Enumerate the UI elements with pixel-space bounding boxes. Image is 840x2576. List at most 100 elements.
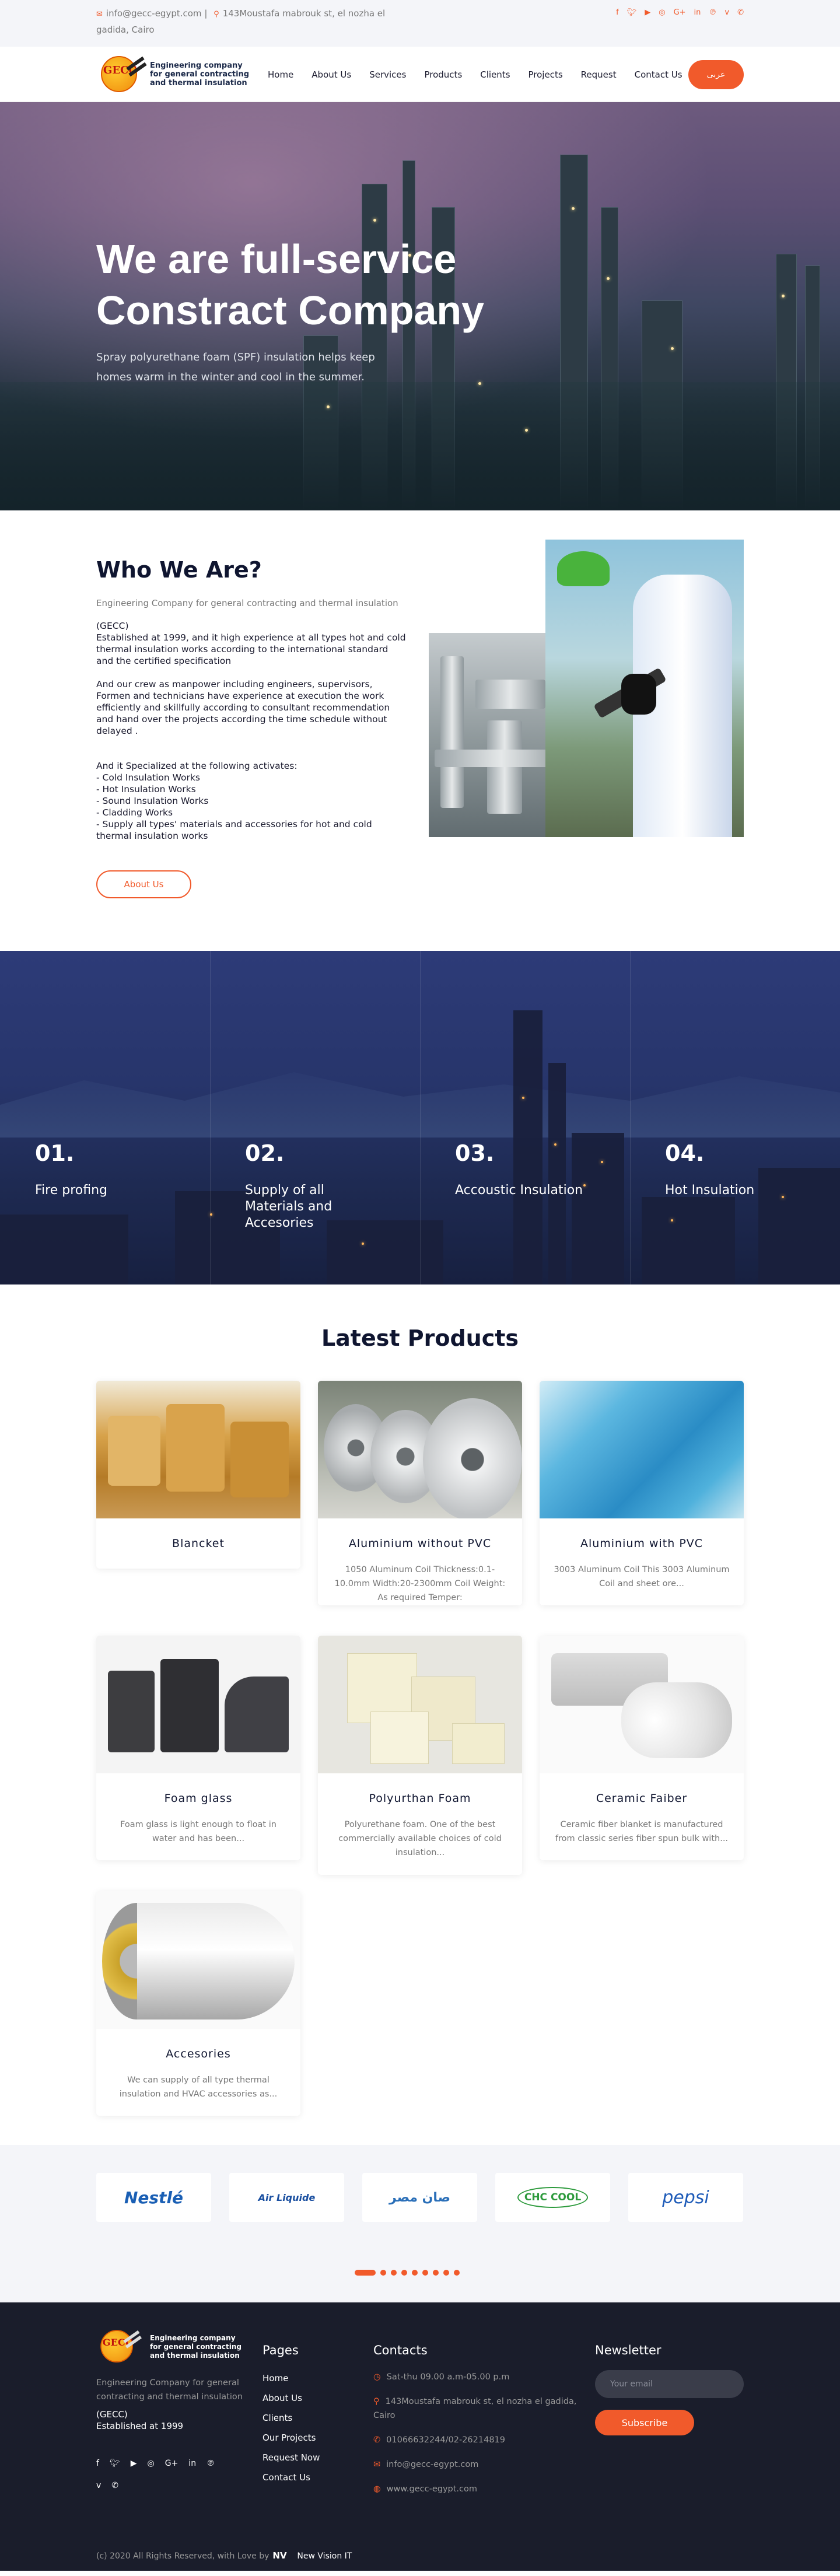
subscribe-button[interactable]: Subscribe	[595, 2410, 694, 2435]
partner-logo[interactable]: Air Liquide	[229, 2173, 344, 2222]
product-description: Foam glass is light enough to float in w…	[120, 1820, 276, 1843]
envelope-icon: ✉	[373, 2460, 381, 2469]
whatsapp-icon[interactable]: ✆	[111, 2481, 118, 2490]
location-icon: ⚲	[373, 2397, 380, 2406]
footer-link-about[interactable]: About Us	[262, 2392, 320, 2404]
product-description: 1050 Aluminum Coil Thickness:0.1-10.0mm …	[334, 1565, 506, 1602]
footer-pages-title: Pages	[262, 2343, 299, 2357]
pinterest-icon[interactable]: ℗	[709, 8, 716, 37]
linkedin-icon[interactable]: in	[188, 2459, 196, 2468]
hero-title: We are full-service Constract Company	[96, 236, 485, 333]
product-card[interactable]: Blancket	[96, 1381, 300, 1569]
nav-contact-us[interactable]: Contact Us	[635, 69, 682, 80]
instagram-icon[interactable]: ◎	[659, 8, 665, 37]
carousel-dot[interactable]	[401, 2270, 407, 2276]
nav-clients[interactable]: Clients	[480, 69, 510, 80]
footer-socials-row2: v ✆	[96, 2481, 251, 2490]
youtube-icon[interactable]: ▶	[645, 8, 650, 37]
footer-pages: Pages Home About Us Clients Our Projects…	[262, 2343, 320, 2483]
twitter-icon[interactable]: 🐦︎	[110, 2459, 120, 2468]
footer-link-projects[interactable]: Our Projects	[262, 2432, 320, 2444]
service-item[interactable]: 02. Supply of all Materials and Accesori…	[245, 1140, 379, 1231]
footer-link-contact[interactable]: Contact Us	[262, 2472, 320, 2483]
product-card[interactable]: Polyurthan Foam Polyurethane foam. One o…	[318, 1636, 522, 1875]
about-us-button[interactable]: About Us	[96, 870, 191, 898]
product-card[interactable]: Accesories We can supply of all type the…	[96, 1891, 300, 2116]
site-logo[interactable]: GECC Engineering company for general con…	[96, 54, 265, 96]
product-card[interactable]: Aluminium with PVC 3003 Aluminum Coil Th…	[540, 1381, 744, 1605]
top-separator: |	[204, 8, 208, 19]
product-image	[96, 1381, 300, 1518]
vimeo-icon[interactable]: v	[96, 2481, 101, 2490]
facebook-icon[interactable]: f	[96, 2459, 99, 2468]
footer-phone[interactable]: ✆ 01066632244/02-26214819	[373, 2433, 589, 2447]
google-plus-icon[interactable]: G+	[165, 2459, 178, 2468]
footer-link-request[interactable]: Request Now	[262, 2452, 320, 2463]
instagram-icon[interactable]: ◎	[148, 2459, 155, 2468]
nav-products[interactable]: Products	[424, 69, 462, 80]
product-card[interactable]: Foam glass Foam glass is light enough to…	[96, 1636, 300, 1860]
footer-hours: ◷ Sat-thu 09.00 a.m-05.00 p.m	[373, 2372, 510, 2382]
facebook-icon[interactable]: f	[616, 8, 619, 37]
whatsapp-icon[interactable]: ✆	[737, 8, 744, 37]
twitter-icon[interactable]: 🐦︎	[627, 8, 637, 37]
nav-projects[interactable]: Projects	[528, 69, 563, 80]
carousel-dot[interactable]	[433, 2270, 439, 2276]
carousel-dot[interactable]	[443, 2270, 449, 2276]
product-card[interactable]: Aluminium without PVC 1050 Aluminum Coil…	[318, 1381, 522, 1605]
top-email[interactable]: info@gecc-egypt.com	[106, 8, 202, 19]
new-vision-logo[interactable]: NV	[272, 2550, 293, 2562]
language-button[interactable]: عربى	[688, 60, 744, 89]
who-subtitle: Engineering Company for general contract…	[96, 598, 398, 608]
phone-icon: ✆	[373, 2435, 381, 2445]
product-title: Aluminium without PVC	[348, 1537, 492, 1550]
footer-about: GECC Engineering company for general con…	[96, 2326, 251, 2490]
who-we-are-section: Who We Are? Engineering Company for gene…	[0, 510, 840, 951]
partner-logo[interactable]: Nestlé	[96, 2173, 211, 2222]
youtube-icon[interactable]: ▶	[131, 2459, 137, 2468]
footer-website[interactable]: ◍ www.gecc-egypt.com	[373, 2482, 589, 2496]
product-card[interactable]: Ceramic Faiber Ceramic fiber blanket is …	[540, 1636, 744, 1860]
partner-logo[interactable]: pepsi	[628, 2173, 743, 2222]
google-plus-icon[interactable]: G+	[674, 8, 686, 37]
footer-logo[interactable]: GECC Engineering company for general con…	[96, 2326, 248, 2368]
service-item[interactable]: 03. Accoustic Insulation	[455, 1140, 589, 1199]
carousel-dot[interactable]	[422, 2270, 428, 2276]
newsletter-title: Newsletter	[595, 2343, 662, 2357]
carousel-dot[interactable]	[391, 2270, 397, 2276]
carousel-dot[interactable]	[380, 2270, 386, 2276]
service-item[interactable]: 04. Hot Insulation	[665, 1140, 799, 1199]
site-footer: GECC Engineering company for general con…	[0, 2302, 840, 2571]
carousel-dot[interactable]	[355, 2270, 376, 2276]
footer-email[interactable]: ✉ info@gecc-egypt.com	[373, 2458, 589, 2472]
logo-mark: GECC	[96, 54, 149, 96]
carousel-dots	[355, 2270, 460, 2276]
nav-request[interactable]: Request	[581, 69, 617, 80]
vimeo-icon[interactable]: v	[724, 8, 729, 37]
who-image	[429, 540, 744, 837]
linkedin-icon[interactable]: in	[694, 8, 701, 37]
footer-contacts-title: Contacts	[373, 2343, 428, 2357]
product-title: Ceramic Faiber	[596, 1792, 688, 1805]
product-title: Accesories	[166, 2048, 231, 2060]
product-description: Polyurethane foam. One of the best comme…	[338, 1820, 502, 1857]
footer-about-text: Engineering Company for general contract…	[96, 2378, 243, 2402]
product-image	[96, 1891, 300, 2029]
pinterest-icon[interactable]: ℗	[206, 2459, 215, 2468]
partner-logo[interactable]: CHC COOL	[495, 2173, 610, 2222]
products-section: Latest Products Blancket Aluminium witho…	[0, 1284, 840, 2145]
nav-about-us[interactable]: About Us	[312, 69, 351, 80]
location-icon: ⚲	[214, 10, 219, 19]
nav-services[interactable]: Services	[369, 69, 406, 80]
footer-link-home[interactable]: Home	[262, 2372, 320, 2384]
nav-home[interactable]: Home	[268, 69, 293, 80]
product-title: Blancket	[172, 1537, 225, 1550]
partners-section: Nestlé Air Liquide صان مصر CHC COOL peps…	[0, 2145, 840, 2302]
agency-link[interactable]: New Vision IT	[297, 2552, 352, 2561]
service-item[interactable]: 01. Fire profing	[35, 1140, 169, 1199]
newsletter-email-input[interactable]	[595, 2370, 744, 2398]
partner-logo[interactable]: صان مصر	[362, 2173, 477, 2222]
footer-link-clients[interactable]: Clients	[262, 2412, 320, 2424]
carousel-dot[interactable]	[412, 2270, 418, 2276]
carousel-dot[interactable]	[454, 2270, 460, 2276]
